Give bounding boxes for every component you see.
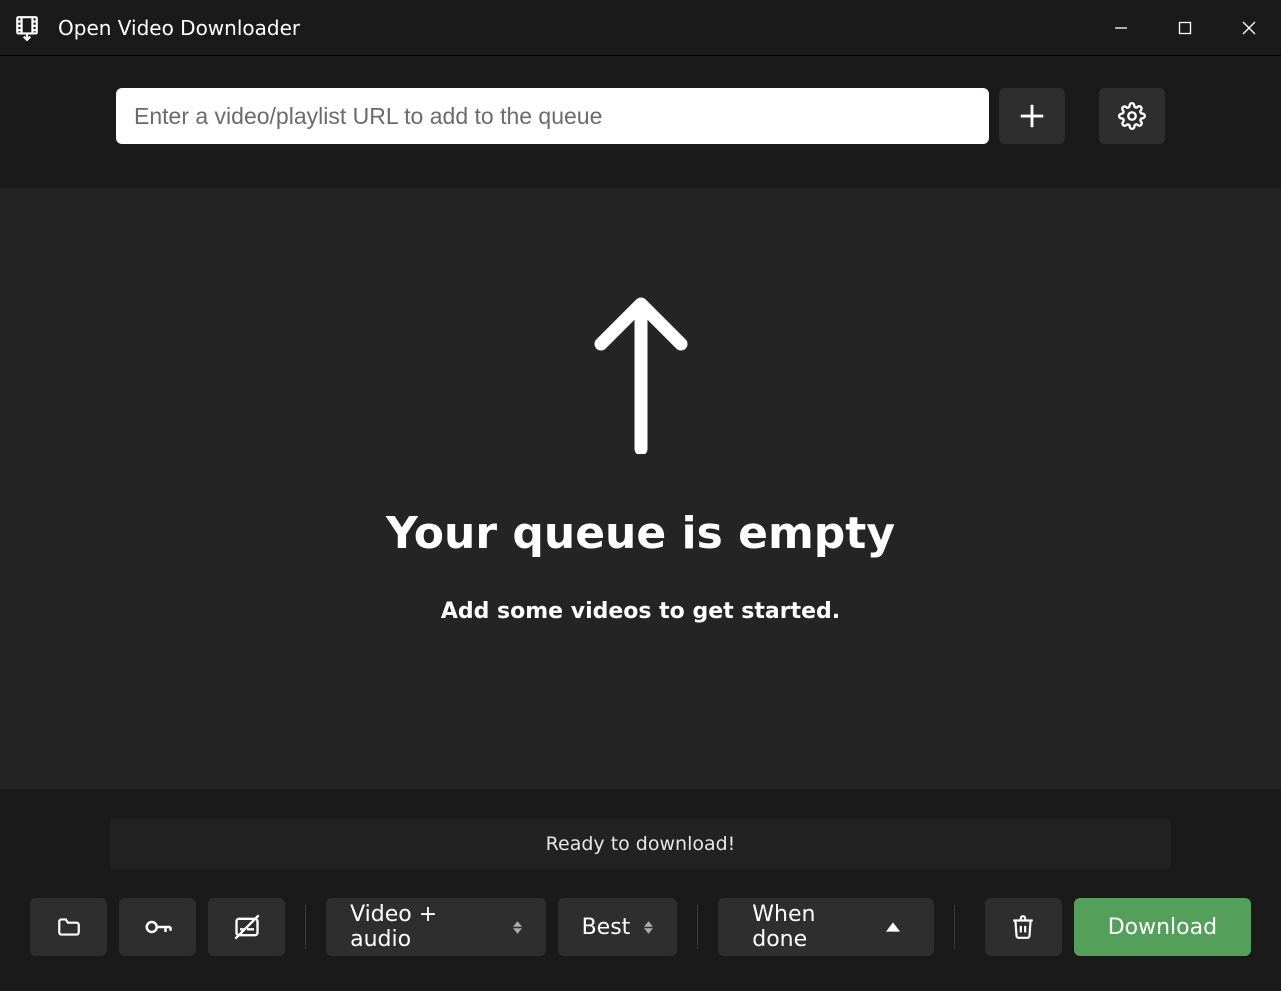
quality-select-label: Best [582, 915, 631, 940]
bottom-toolbar: Video + audio Best When done [30, 897, 1251, 957]
folder-icon [56, 914, 82, 940]
arrow-up-icon [591, 294, 691, 454]
add-button[interactable] [999, 88, 1065, 144]
format-select[interactable]: Video + audio [326, 898, 545, 956]
maximize-button[interactable] [1153, 0, 1217, 55]
sort-icon [513, 921, 522, 934]
when-done-select[interactable]: When done [718, 898, 933, 956]
status-bar: Ready to download! [110, 819, 1171, 869]
subtitles-off-icon [233, 913, 261, 941]
download-button[interactable]: Download [1074, 898, 1251, 956]
app-logo-icon [14, 15, 40, 41]
quality-select[interactable]: Best [558, 898, 678, 956]
sort-icon [644, 921, 653, 934]
empty-queue-title: Your queue is empty [386, 508, 895, 559]
toolbar-divider [954, 905, 955, 949]
empty-queue-subtitle: Add some videos to get started. [441, 599, 840, 624]
open-folder-button[interactable] [30, 898, 107, 956]
close-button[interactable] [1217, 0, 1281, 55]
download-button-label: Download [1108, 915, 1217, 940]
app-title: Open Video Downloader [58, 16, 300, 40]
window-controls [1089, 0, 1281, 55]
when-done-label: When done [752, 902, 871, 952]
credentials-button[interactable] [119, 898, 196, 956]
settings-button[interactable] [1099, 88, 1165, 144]
bottom-panel: Ready to download! Video + audio [0, 789, 1281, 991]
queue-main-area: Your queue is empty Add some videos to g… [0, 188, 1281, 789]
key-icon [143, 912, 173, 942]
caret-up-icon [886, 922, 900, 932]
status-text: Ready to download! [546, 833, 736, 855]
toolbar-divider [305, 905, 306, 949]
minimize-button[interactable] [1089, 0, 1153, 55]
subtitles-button[interactable] [208, 898, 285, 956]
format-select-label: Video + audio [350, 902, 498, 952]
toolbar-divider [697, 905, 698, 949]
plus-icon [1017, 101, 1047, 131]
url-input[interactable] [116, 88, 989, 144]
gear-icon [1118, 102, 1146, 130]
titlebar: Open Video Downloader [0, 0, 1281, 56]
url-input-bar [0, 56, 1281, 188]
clear-queue-button[interactable] [985, 898, 1062, 956]
trash-icon [1010, 914, 1036, 940]
